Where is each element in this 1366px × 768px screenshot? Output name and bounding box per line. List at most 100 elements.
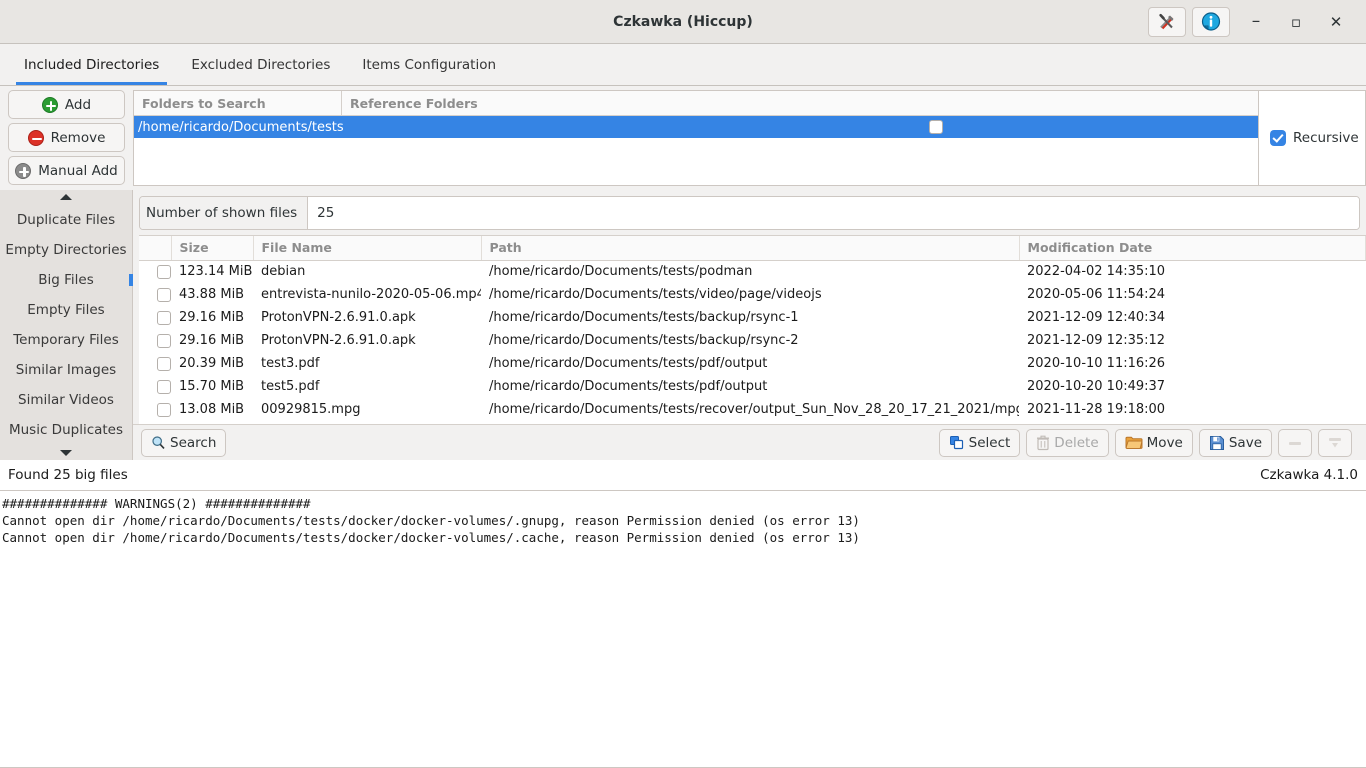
row-checkbox[interactable]	[157, 310, 171, 325]
table-row[interactable]: 29.16 MiB ProtonVPN-2.6.91.0.apk/home/ric…	[139, 329, 1366, 352]
delete-button[interactable]: Delete	[1026, 428, 1109, 457]
sidebar-item-empty-files[interactable]: Empty Files	[0, 295, 132, 325]
row-checkbox[interactable]	[157, 333, 171, 348]
tools-button[interactable]	[1148, 6, 1186, 37]
row-checkbox-cell[interactable]	[139, 306, 171, 329]
table-row[interactable]: 29.16 MiB ProtonVPN-2.6.91.0.apk/home/ric…	[139, 306, 1366, 329]
table-row[interactable]: 20.39 MiB test3.pdf/home/ricardo/Document…	[139, 352, 1366, 375]
column-reference-folders[interactable]: Reference Folders	[342, 91, 1258, 115]
column-modification-date[interactable]: Modification Date	[1019, 236, 1366, 261]
sidebar-item-similar-videos[interactable]: Similar Videos	[0, 385, 132, 415]
row-checkbox-cell[interactable]	[139, 283, 171, 306]
column-file-name[interactable]: File Name	[253, 236, 482, 261]
results-table-body: 123.14 MiB debian/home/ricardo/Documents/…	[139, 260, 1366, 424]
row-checkbox-cell[interactable]	[139, 398, 171, 421]
select-button[interactable]: Select	[938, 428, 1021, 457]
row-checkbox-cell[interactable]	[139, 329, 171, 352]
sidebar-item-similar-images[interactable]: Similar Images	[0, 355, 132, 385]
sidebar-label: Empty Directories	[5, 241, 127, 258]
status-found-text: Found 25 big files	[8, 467, 128, 483]
row-checkbox[interactable]	[157, 356, 171, 371]
row-file-name: test5.pdf	[261, 379, 320, 394]
table-row[interactable]: 43.88 MiB entrevista-nunilo-2020-05-06.mp…	[139, 283, 1366, 306]
shown-files-label: Number of shown files	[140, 197, 308, 229]
sidebar-item-empty-directories[interactable]: Empty Directories	[0, 235, 132, 265]
move-button[interactable]: Move	[1114, 428, 1193, 457]
close-button[interactable]: ✕	[1316, 6, 1356, 38]
info-button[interactable]	[1192, 6, 1230, 37]
delete-label: Delete	[1054, 434, 1099, 451]
manual-add-directory-button[interactable]: Manual Add	[8, 156, 125, 185]
row-modification-date: 2021-12-09 12:35:12	[1027, 333, 1166, 348]
row-checkbox-cell[interactable]	[139, 260, 171, 283]
folder-icon	[1125, 435, 1143, 450]
row-modification-date: 2021-12-09 12:40:34	[1027, 310, 1166, 325]
status-bar: Found 25 big files Czkawka 4.1.0	[0, 460, 1366, 490]
warnings-panel[interactable]: ############## WARNINGS(2) #############…	[0, 490, 1366, 768]
remove-directory-button[interactable]: Remove	[8, 123, 125, 152]
row-size: 20.39 MiB	[179, 356, 245, 371]
search-label: Search	[170, 434, 217, 451]
column-check[interactable]	[139, 236, 172, 261]
add-directory-button[interactable]: Add	[8, 90, 125, 119]
table-row[interactable]: 15.70 MiB test5.pdf/home/ricardo/Document…	[139, 375, 1366, 398]
chevron-down-icon	[60, 449, 72, 456]
row-path: /home/ricardo/Documents/tests/podman	[489, 264, 753, 280]
sidebar: Duplicate Files Empty Directories Big Fi…	[0, 190, 133, 460]
minimize-button[interactable]: –	[1236, 6, 1276, 38]
row-modification-date: 2020-10-09 16:34:44	[1019, 421, 1366, 424]
sidebar-item-big-files[interactable]: Big Files	[0, 265, 133, 295]
sidebar-item-temporary-files[interactable]: Temporary Files	[0, 325, 132, 355]
row-file-name: test-gran-pdf.pdf	[253, 421, 481, 424]
main-area: Duplicate Files Empty Directories Big Fi…	[0, 190, 1366, 460]
row-checkbox-cell[interactable]	[139, 375, 171, 398]
table-row[interactable]: 123.14 MiB debian/home/ricardo/Documents/…	[139, 260, 1366, 283]
sidebar-scroll-up[interactable]	[0, 190, 132, 205]
sidebar-item-duplicate-files[interactable]: Duplicate Files	[0, 205, 132, 235]
select-label: Select	[968, 434, 1011, 451]
directory-path: /home/ricardo/Documents/tests	[138, 119, 344, 135]
directory-row[interactable]: /home/ricardo/Documents/tests	[134, 116, 1258, 138]
row-size: 29.16 MiB	[179, 333, 245, 348]
maximize-button[interactable]: ▫	[1276, 6, 1316, 38]
save-button[interactable]: Save	[1198, 428, 1272, 457]
column-folders-to-search[interactable]: Folders to Search	[134, 91, 342, 115]
row-modification-date: 2020-10-20 10:49:37	[1027, 379, 1166, 394]
column-path[interactable]: Path	[481, 236, 1020, 261]
number-of-shown-files: Number of shown files 25	[139, 196, 1360, 230]
row-size: 43.88 MiB	[179, 287, 245, 302]
table-row[interactable]: 10.69 MiBtest-gran-pdf.pdf/home/ricardo/…	[139, 421, 1366, 424]
extra-action-button-2[interactable]	[1318, 428, 1352, 457]
column-size[interactable]: Size	[171, 236, 254, 261]
directory-buttons: Add Remove Manual Add	[0, 86, 133, 190]
recursive-checkbox[interactable]	[1270, 130, 1286, 146]
table-row[interactable]: 13.08 MiB 00929815.mpg/home/ricardo/Docum…	[139, 398, 1366, 421]
tab-items-configuration[interactable]: Items Configuration	[346, 44, 512, 85]
tab-included-directories[interactable]: Included Directories	[8, 44, 175, 85]
row-checkbox[interactable]	[157, 402, 171, 417]
search-icon	[151, 435, 166, 450]
row-path: /home/ricardo/Documents/tests/pdf/output	[489, 379, 768, 394]
extra-action-button-1[interactable]	[1278, 428, 1312, 457]
minus-circle-red-icon	[27, 129, 44, 146]
row-modification-date: 2020-05-06 11:54:24	[1027, 287, 1166, 302]
recursive-panel: Recursive	[1259, 86, 1366, 190]
reference-folder-checkbox[interactable]	[929, 120, 943, 134]
row-path: /home/ricardo/Documents/tests/backup/rsy…	[489, 310, 799, 325]
select-icon	[949, 435, 965, 451]
row-checkbox[interactable]	[157, 379, 171, 394]
shown-files-input[interactable]: 25	[307, 197, 1359, 229]
sidebar-item-music-duplicates[interactable]: Music Duplicates	[0, 415, 132, 445]
row-file-name: debian	[261, 264, 306, 280]
titlebar-right-controls: – ▫ ✕	[1148, 6, 1366, 38]
row-checkbox-cell[interactable]	[139, 421, 171, 424]
row-path: /home/ricardo/Documents/tests/video/page…	[489, 287, 822, 302]
row-checkbox-cell[interactable]	[139, 352, 171, 375]
search-button[interactable]: Search	[141, 428, 227, 457]
sidebar-scroll-down[interactable]	[0, 445, 132, 460]
row-checkbox[interactable]	[157, 287, 171, 302]
manual-add-label: Manual Add	[38, 162, 118, 179]
tab-excluded-directories[interactable]: Excluded Directories	[175, 44, 346, 85]
row-checkbox[interactable]	[157, 264, 171, 279]
row-file-name: test3.pdf	[261, 356, 320, 371]
